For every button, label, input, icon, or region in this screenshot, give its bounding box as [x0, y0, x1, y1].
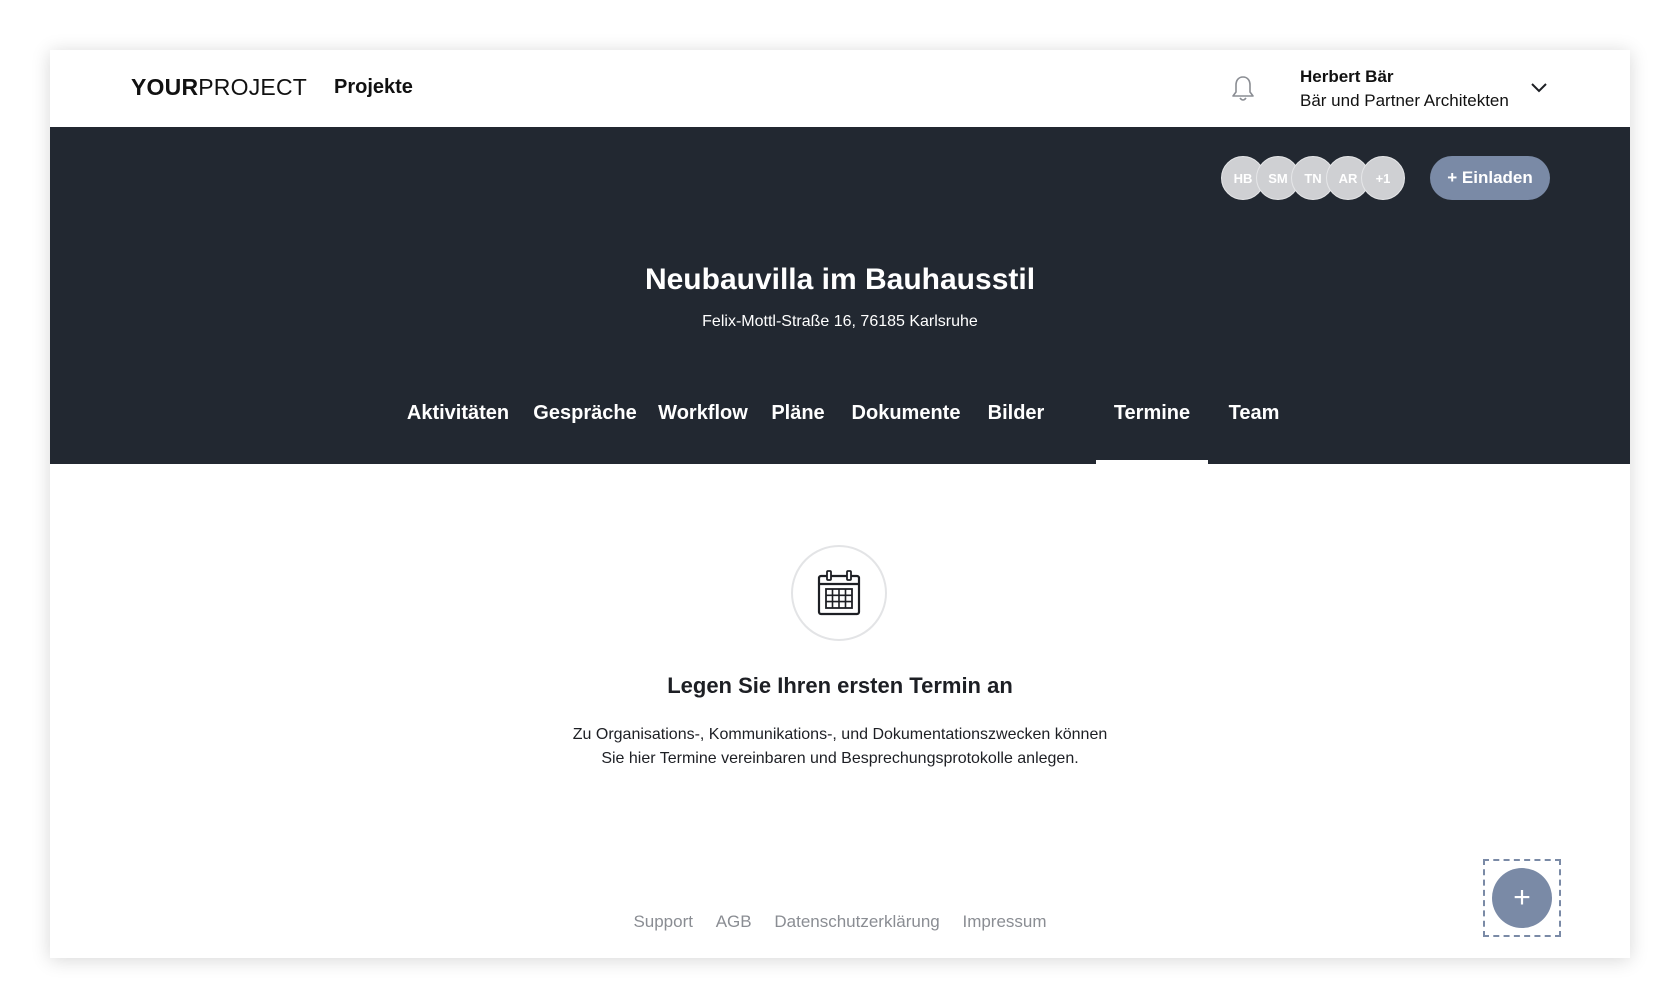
- tab-plaene[interactable]: Pläne: [767, 389, 829, 464]
- empty-state-description: Zu Organisations-, Kommunikations-, und …: [50, 723, 1630, 771]
- tab-dokumente[interactable]: Dokumente: [847, 389, 965, 464]
- tab-team[interactable]: Team: [1222, 389, 1286, 464]
- project-tabs: Aktivitäten Gespräche Workflow Pläne Dok…: [50, 389, 1630, 464]
- tab-gespraeche[interactable]: Gespräche: [531, 389, 639, 464]
- empty-state-line-2: Sie hier Termine vereinbaren und Besprec…: [601, 750, 1079, 767]
- avatar-more[interactable]: +1: [1361, 156, 1405, 200]
- app-window: YOURPROJECT Projekte Herbert Bär Bär und…: [50, 50, 1630, 958]
- empty-state-line-1: Zu Organisations-, Kommunikations-, und …: [572, 726, 1108, 743]
- user-menu[interactable]: Herbert Bär Bär und Partner Architekten: [1300, 66, 1509, 114]
- nav-projects-link[interactable]: Projekte: [334, 76, 413, 99]
- user-company: Bär und Partner Architekten: [1300, 91, 1509, 110]
- empty-state-title: Legen Sie Ihren ersten Termin an: [667, 673, 1013, 698]
- project-title: Neubauvilla im Bauhausstil: [644, 263, 1036, 296]
- logo-bold: YOUR: [131, 74, 199, 100]
- project-hero: HB SM TN AR +1 + Einladen Neubauvilla im…: [50, 127, 1630, 464]
- footer-link-agb[interactable]: AGB: [716, 912, 752, 931]
- footer-link-datenschutz[interactable]: Datenschutzerklärung: [774, 912, 939, 931]
- footer-link-support[interactable]: Support: [633, 912, 693, 931]
- chevron-down-icon[interactable]: [1530, 81, 1548, 93]
- logo[interactable]: YOURPROJECT: [131, 74, 307, 101]
- calendar-icon: [791, 545, 887, 641]
- footer-link-impressum[interactable]: Impressum: [962, 912, 1046, 931]
- invite-button[interactable]: + Einladen: [1430, 156, 1550, 200]
- logo-light: PROJECT: [198, 74, 308, 100]
- tab-workflow[interactable]: Workflow: [657, 389, 749, 464]
- add-appointment-button[interactable]: +: [1492, 868, 1552, 928]
- top-bar: YOURPROJECT Projekte Herbert Bär Bär und…: [50, 50, 1630, 127]
- bell-icon[interactable]: [1230, 74, 1256, 104]
- user-name: Herbert Bär: [1300, 67, 1394, 86]
- tab-termine[interactable]: Termine: [1096, 389, 1208, 464]
- footer: Support AGB Datenschutzerklärung Impress…: [50, 912, 1630, 932]
- tab-aktivitaeten[interactable]: Aktivitäten: [403, 389, 513, 464]
- tab-bilder[interactable]: Bilder: [983, 389, 1049, 464]
- project-address: Felix-Mottl-Straße 16, 76185 Karlsruhe: [702, 313, 978, 330]
